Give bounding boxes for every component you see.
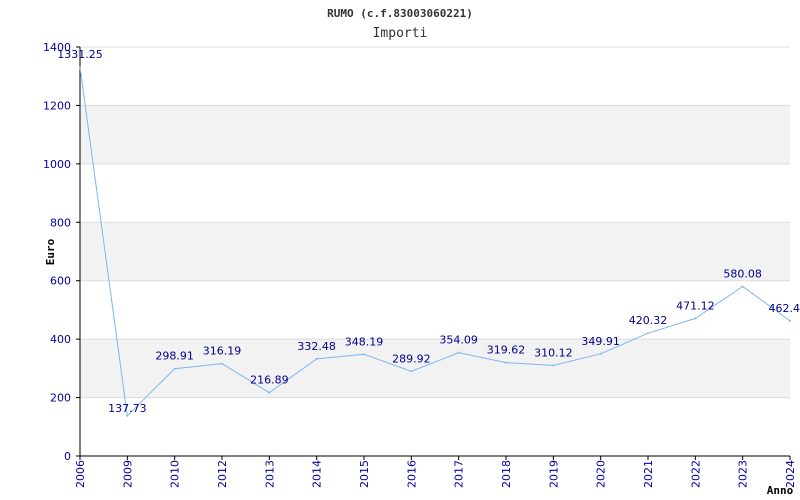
y-axis-title: Euro bbox=[44, 238, 57, 265]
y-tick-label: 200 bbox=[50, 392, 71, 405]
x-tick-label: 2006 bbox=[74, 460, 87, 488]
chart-subtitle: Importi bbox=[373, 26, 428, 41]
data-point bbox=[410, 370, 413, 373]
y-tick-label: 0 bbox=[64, 450, 71, 463]
data-point bbox=[315, 357, 318, 360]
x-tick-label: 2021 bbox=[642, 460, 655, 488]
grid-band bbox=[80, 222, 790, 281]
grid-band bbox=[80, 105, 790, 164]
data-label: 354.09 bbox=[439, 334, 478, 347]
x-tick-label: 2015 bbox=[358, 460, 371, 488]
data-label: 348.19 bbox=[345, 335, 384, 348]
grid-band bbox=[80, 339, 790, 398]
data-point bbox=[268, 391, 271, 394]
data-point bbox=[552, 364, 555, 367]
x-tick-label: 2017 bbox=[453, 460, 466, 488]
data-point bbox=[221, 362, 223, 365]
data-label: 462.4 bbox=[769, 302, 800, 315]
y-tick-label: 800 bbox=[50, 216, 71, 229]
x-tick-labels: 2006 2009 2010 2012 2013 2014 2015 2016 2017 2018… bbox=[74, 460, 797, 488]
x-tick-label: 2024 bbox=[784, 460, 797, 488]
data-point bbox=[741, 285, 744, 288]
x-tick-label: 2020 bbox=[595, 460, 608, 488]
x-tick-label: 2013 bbox=[263, 460, 276, 488]
data-point bbox=[457, 351, 460, 354]
data-point bbox=[694, 317, 697, 320]
x-tick-label: 2018 bbox=[500, 460, 513, 488]
x-tick-label: 2019 bbox=[547, 460, 560, 488]
data-label: 216.89 bbox=[250, 374, 289, 387]
data-point bbox=[647, 332, 649, 335]
data-point bbox=[126, 414, 129, 417]
y-tick-label: 600 bbox=[50, 275, 71, 288]
x-tick-label: 2010 bbox=[169, 460, 182, 488]
data-label: 1331.25 bbox=[57, 48, 103, 61]
data-point bbox=[173, 367, 176, 370]
x-tick-label: 2023 bbox=[737, 460, 750, 488]
data-label: 420.32 bbox=[629, 314, 668, 327]
y-tick-label: 1000 bbox=[43, 158, 71, 171]
x-tick-label: 2009 bbox=[121, 460, 134, 488]
data-point bbox=[789, 319, 791, 322]
y-tick-label: 1200 bbox=[43, 99, 71, 112]
data-label: 298.91 bbox=[155, 350, 194, 363]
data-label: 580.08 bbox=[723, 268, 762, 281]
data-label: 316.19 bbox=[203, 345, 242, 358]
data-label: 471.12 bbox=[676, 299, 715, 312]
y-tick-label: 400 bbox=[50, 333, 71, 346]
data-label: 310.12 bbox=[534, 346, 573, 359]
x-tick-label: 2016 bbox=[405, 460, 418, 488]
data-point bbox=[505, 361, 507, 364]
data-point bbox=[599, 352, 602, 355]
x-tick-label: 2012 bbox=[216, 460, 229, 488]
data-label: 319.62 bbox=[487, 344, 526, 357]
data-label: 332.48 bbox=[297, 340, 336, 353]
data-point bbox=[363, 353, 365, 356]
data-point bbox=[79, 66, 81, 69]
line-chart: RUMO (c.f.83003060221) Importi Euro Anno… bbox=[43, 7, 800, 497]
chart-title: RUMO (c.f.83003060221) bbox=[327, 7, 473, 20]
data-label: 349.91 bbox=[581, 335, 620, 348]
data-label: 137.73 bbox=[108, 402, 147, 415]
data-label: 289.92 bbox=[392, 352, 431, 365]
x-tick-label: 2014 bbox=[311, 460, 324, 488]
x-tick-label: 2022 bbox=[689, 460, 702, 488]
